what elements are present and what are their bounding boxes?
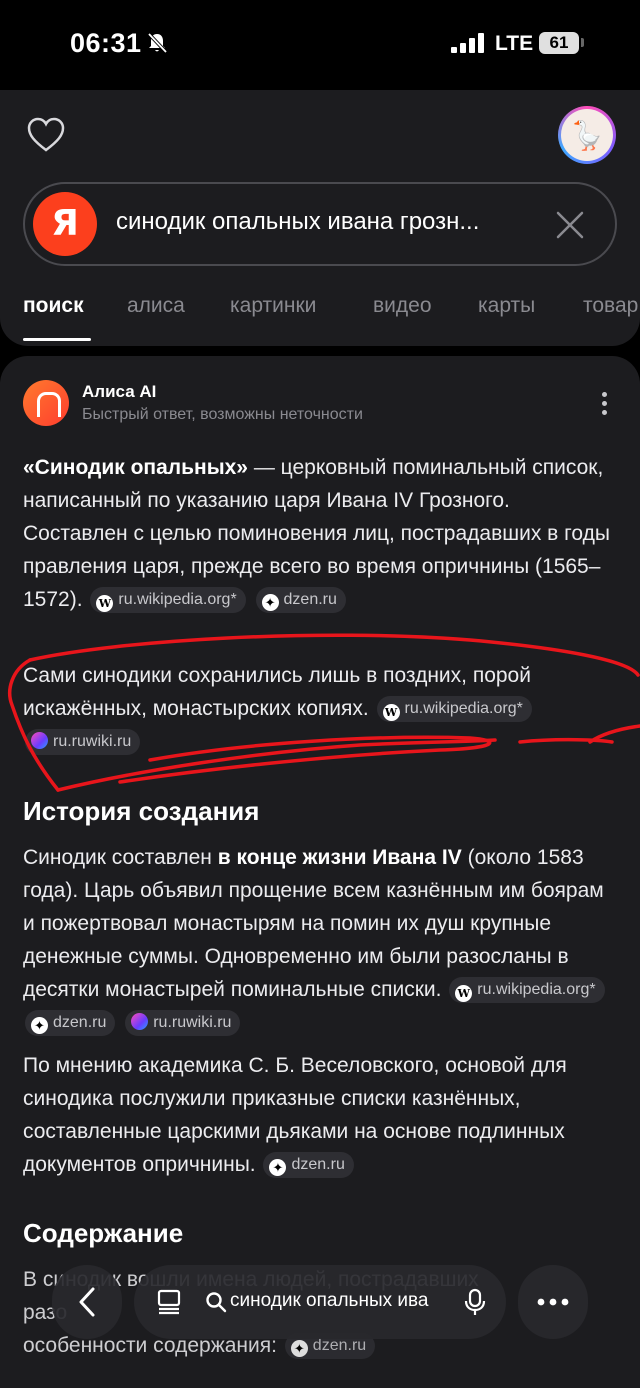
alice-logo-icon xyxy=(23,380,69,426)
answer-source-name: Алиса AI xyxy=(82,382,157,401)
bottom-search-query[interactable]: синодик опальных ива xyxy=(230,1290,440,1312)
chip-label: ru.wikipedia.org* xyxy=(404,700,523,717)
dzen-icon: ✦ xyxy=(31,1017,48,1034)
section-heading-history: История создания xyxy=(23,796,260,826)
back-button[interactable] xyxy=(52,1265,122,1339)
paragraph-text: Синодик составлен xyxy=(23,846,218,869)
chevron-left-icon xyxy=(79,1287,95,1317)
active-tab-indicator xyxy=(23,338,91,341)
tab-goods[interactable]: товар xyxy=(583,294,638,318)
source-chip-ruwiki[interactable]: ru.ruwiki.ru xyxy=(125,1010,241,1036)
source-chip-dzen[interactable]: ✦ dzen.ru xyxy=(255,587,346,613)
tab-images[interactable]: картинки xyxy=(230,294,316,318)
more-options-icon[interactable] xyxy=(599,392,611,416)
heart-icon[interactable] xyxy=(26,116,66,154)
chip-label: ru.wikipedia.org* xyxy=(477,981,596,998)
source-chip-wikipedia[interactable]: Wru.wikipedia.org* xyxy=(90,587,246,613)
clock: 06:31 xyxy=(70,28,142,58)
bell-muted-icon xyxy=(147,32,168,54)
chip-label: dzen.ru xyxy=(53,1014,107,1031)
chip-label: ru.ruwiki.ru xyxy=(153,1014,232,1031)
close-icon[interactable] xyxy=(555,210,585,240)
goose-avatar-image: 🪿 xyxy=(561,109,613,161)
search-query[interactable]: синодик опальных ивана грозн... xyxy=(116,208,479,236)
microphone-icon[interactable] xyxy=(460,1287,490,1317)
chip-label: dzen.ru xyxy=(291,1156,345,1173)
avatar[interactable]: 🪿 xyxy=(558,106,616,164)
ruwiki-icon xyxy=(131,1013,149,1030)
wikipedia-icon: W xyxy=(455,985,473,1002)
tab-search[interactable]: поиск xyxy=(23,294,84,318)
source-chip-dzen[interactable]: ✦ dzen.ru xyxy=(25,1010,116,1036)
term-bold: «Синодик опальных» xyxy=(23,456,248,479)
yandex-logo[interactable]: Я xyxy=(33,192,97,256)
tabs-icon[interactable] xyxy=(154,1287,184,1317)
wikipedia-icon: W xyxy=(382,704,400,721)
search-field[interactable]: Я синодик опальных ивана грозн... xyxy=(23,182,617,266)
tab-maps[interactable]: карты xyxy=(478,294,535,318)
bottom-navigation: синодик опальных ива xyxy=(52,1265,588,1339)
bottom-search-pill[interactable]: синодик опальных ива xyxy=(134,1265,506,1339)
source-chip-wikipedia[interactable]: Wru.wikipedia.org* xyxy=(449,977,605,1003)
answer-paragraph-4: По мнению академика С. Б. Веселовского, … xyxy=(23,1049,617,1181)
dzen-icon: ✦ xyxy=(290,1340,308,1357)
chip-label: ru.ruwiki.ru xyxy=(53,733,132,750)
answer-paragraph-3: Синодик составлен в конце жизни Ивана IV… xyxy=(23,841,617,1039)
battery-tip xyxy=(581,38,584,47)
bold-phrase: в конце жизни Ивана IV xyxy=(217,846,462,869)
wikipedia-icon: W xyxy=(96,595,114,612)
chip-label: ru.wikipedia.org* xyxy=(118,591,237,608)
battery-icon: 61 xyxy=(539,32,579,54)
chip-label: dzen.ru xyxy=(312,1337,367,1354)
section-heading-contents: Содержание xyxy=(23,1218,184,1248)
tab-alice[interactable]: алиса xyxy=(127,294,185,318)
source-chip-dzen[interactable]: ✦ dzen.ru xyxy=(263,1152,354,1178)
dzen-icon: ✦ xyxy=(269,1159,287,1176)
chip-label: dzen.ru xyxy=(283,591,337,608)
answer-paragraph-2: Сами синодики сохранились лишь в поздних… xyxy=(23,659,617,758)
ruwiki-icon xyxy=(31,732,48,749)
answer-paragraph-1: «Синодик опальных» — церковный поминальн… xyxy=(23,451,617,616)
tab-video[interactable]: видео xyxy=(373,294,432,318)
network-type: LTE xyxy=(495,32,534,55)
more-horizontal-icon xyxy=(537,1298,569,1306)
search-tabs: поиск алиса картинки видео карты товар xyxy=(0,286,640,346)
status-bar: 06:31 LTE 61 xyxy=(0,0,640,90)
source-chip-wikipedia[interactable]: Wru.wikipedia.org* xyxy=(376,696,532,722)
more-button[interactable] xyxy=(518,1265,588,1339)
dzen-icon: ✦ xyxy=(261,594,279,611)
answer-disclaimer: Быстрый ответ, возможны неточности xyxy=(82,406,363,423)
search-icon xyxy=(206,1292,227,1313)
search-header: 🪿 Я синодик опальных ивана грозн... поис… xyxy=(0,90,640,346)
signal-icon xyxy=(451,33,485,53)
alice-answer-card: Алиса AI Быстрый ответ, возможны неточно… xyxy=(0,356,640,1388)
source-chip-ruwiki[interactable]: ru.ruwiki.ru xyxy=(25,729,141,755)
